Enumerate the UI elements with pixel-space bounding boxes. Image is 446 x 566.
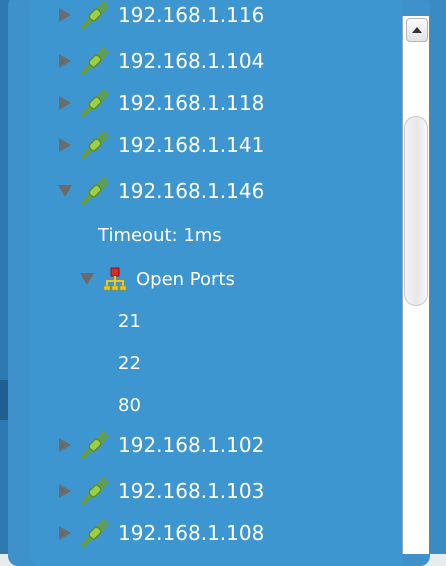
- plug-icon: [80, 518, 110, 548]
- triangle-down-icon[interactable]: [54, 184, 76, 198]
- tree-item-host[interactable]: 192.168.1.108: [54, 512, 264, 554]
- port-item[interactable]: 22: [118, 342, 141, 384]
- triangle-right-icon[interactable]: [54, 7, 76, 23]
- scroll-up-button[interactable]: [406, 18, 428, 42]
- port-label: 80: [118, 394, 141, 416]
- triangle-right-icon[interactable]: [54, 95, 76, 111]
- plug-icon: [80, 430, 110, 460]
- port-label: 21: [118, 310, 141, 332]
- triangle-right-icon[interactable]: [54, 525, 76, 541]
- timeout-label: Timeout: 1ms: [98, 224, 222, 246]
- tree-item-partial[interactable]: 192.168.1.116: [54, 0, 264, 36]
- tree-item-host-expanded[interactable]: 192.168.1.146: [54, 170, 264, 212]
- tree-item-host[interactable]: 192.168.1.104: [54, 40, 264, 82]
- vertical-scrollbar[interactable]: [402, 16, 429, 554]
- plug-icon: [80, 46, 110, 76]
- tree-item-label: 192.168.1.104: [118, 49, 265, 73]
- triangle-right-icon[interactable]: [54, 437, 76, 453]
- tree-item-label: 192.168.1.146: [118, 179, 265, 203]
- plug-icon: [80, 476, 110, 506]
- plug-icon: [80, 88, 110, 118]
- scroll-thumb[interactable]: [404, 116, 428, 306]
- tree-item-open-ports[interactable]: Open Ports: [76, 258, 235, 300]
- port-item[interactable]: 21: [118, 300, 141, 342]
- tree-item-host[interactable]: 192.168.1.118: [54, 82, 264, 124]
- app-frame: 192.168.1.116 192.168.1.104 192.168.1.11…: [0, 0, 446, 566]
- port-item[interactable]: 80: [118, 384, 141, 426]
- tree-item-label: 192.168.1.108: [118, 521, 265, 545]
- tree-item-label: 192.168.1.102: [118, 433, 265, 457]
- plug-icon: [80, 130, 110, 160]
- tree-item-host[interactable]: 192.168.1.141: [54, 124, 264, 166]
- plug-icon: [80, 176, 110, 206]
- plug-icon: [80, 0, 110, 30]
- triangle-right-icon[interactable]: [54, 483, 76, 499]
- tree-item-host[interactable]: 192.168.1.103: [54, 470, 264, 512]
- tree-item-host[interactable]: 192.168.1.102: [54, 424, 264, 466]
- tree-item-label: 192.168.1.116: [118, 3, 265, 27]
- tree-item-label: 192.168.1.141: [118, 133, 265, 157]
- chevron-up-icon: [412, 27, 422, 33]
- tree-item-label: 192.168.1.118: [118, 91, 265, 115]
- triangle-down-icon[interactable]: [76, 272, 98, 286]
- triangle-right-icon[interactable]: [54, 53, 76, 69]
- network-icon: [102, 266, 128, 292]
- port-label: 22: [118, 352, 141, 374]
- tree-item-label: 192.168.1.103: [118, 479, 265, 503]
- triangle-right-icon[interactable]: [54, 137, 76, 153]
- timeout-info: Timeout: 1ms: [98, 214, 222, 256]
- open-ports-label: Open Ports: [136, 268, 235, 290]
